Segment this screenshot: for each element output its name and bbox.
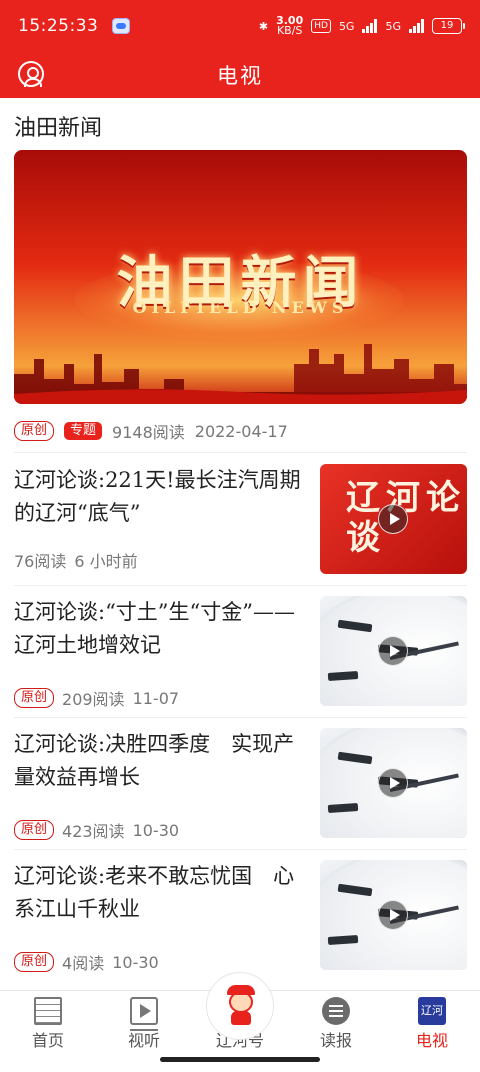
nav-label: 首页	[31, 1031, 64, 1050]
publish-date: 2022-04-17	[194, 421, 288, 441]
publish-time: 6 小时前	[74, 552, 138, 571]
mascot-icon	[221, 985, 261, 1025]
list-item[interactable]: 辽河论谈:老来不敢忘忧国 心系江山千秋业 原创 4阅读 10-30	[14, 860, 467, 973]
user-profile-icon[interactable]	[18, 61, 44, 87]
network-type-2: 5G	[385, 19, 401, 33]
read-count: 423阅读	[62, 822, 125, 841]
network-type-1: 5G	[338, 19, 355, 33]
tv-icon: 辽河	[418, 997, 446, 1025]
item-headline: 辽河论谈:老来不敢忘忧国 心系江山千秋业	[14, 864, 295, 921]
status-bar: 15:25:33 ✱ 3.00 KB/S HD 5G 5G 19	[0, 0, 480, 52]
home-icon	[34, 997, 62, 1025]
gesture-home-bar[interactable]	[160, 1057, 320, 1062]
read-count: 76阅读	[14, 552, 67, 571]
section-title: 油田新闻	[14, 116, 103, 141]
item-headline: 辽河论谈:决胜四季度 实现产量效益再增长	[14, 732, 295, 789]
bluetooth-icon: ✱	[258, 19, 269, 33]
signal-icon-1	[362, 19, 378, 33]
read-count: 4阅读	[62, 954, 105, 973]
nav-tv[interactable]: 辽河 电视	[384, 991, 480, 1053]
item-thumbnail	[320, 596, 467, 706]
publish-time: 10-30	[132, 820, 180, 840]
divider	[14, 585, 467, 586]
video-icon	[130, 997, 158, 1031]
oilfield-skyline-graphic	[14, 344, 467, 404]
page-title: 电视	[217, 64, 263, 88]
original-badge: 原创	[14, 952, 55, 972]
nav-home[interactable]: 首页	[0, 991, 96, 1053]
play-icon	[378, 900, 408, 930]
original-badge: 原创	[14, 421, 55, 441]
feature-image-subtitle: OILFIELD NEWS	[132, 298, 349, 317]
notification-app-icon	[112, 18, 131, 34]
nav-video[interactable]: 视听	[96, 991, 192, 1053]
divider	[14, 849, 467, 850]
publish-time: 11-07	[132, 688, 180, 708]
divider	[14, 452, 467, 453]
nav-label: 电视	[415, 1031, 448, 1050]
play-icon	[378, 504, 408, 534]
item-thumbnail: 辽河论谈	[320, 464, 467, 574]
item-thumbnail	[320, 860, 467, 970]
nav-label: 视听	[127, 1031, 160, 1050]
item-headline: 辽河论谈:221天!最长注汽周期的辽河“底气”	[14, 468, 301, 525]
feature-news-image[interactable]: 油田新闻 OILFIELD NEWS	[14, 150, 467, 404]
hd-voice-icon: HD	[311, 19, 331, 33]
app-header: 电视	[0, 52, 480, 98]
nav-label: 读报	[319, 1031, 352, 1050]
item-headline: 辽河论谈:“寸土”生“寸金”——辽河土地增效记	[14, 600, 296, 657]
battery-icon: 19	[432, 18, 465, 34]
list-item[interactable]: 辽河论谈:221天!最长注汽周期的辽河“底气” 辽河论谈 76阅读 6 小时前	[14, 464, 467, 576]
nav-newspaper[interactable]: 读报	[288, 991, 384, 1053]
feature-meta: 原创 专题 9148阅读 2022-04-17	[14, 419, 288, 443]
play-icon	[378, 636, 408, 666]
original-badge: 原创	[14, 820, 55, 840]
read-count: 9148阅读	[112, 423, 185, 442]
play-icon	[378, 768, 408, 798]
special-topic-badge: 专题	[64, 422, 103, 440]
liaohe-mascot-button[interactable]	[206, 972, 274, 1040]
signal-icon-2	[409, 19, 424, 33]
original-badge: 原创	[14, 688, 55, 708]
read-count: 209阅读	[62, 690, 125, 709]
newspaper-icon	[322, 997, 350, 1025]
list-item[interactable]: 辽河论谈:决胜四季度 实现产量效益再增长 原创 423阅读 10-30	[14, 728, 467, 841]
item-thumbnail	[320, 728, 467, 838]
status-time: 15:25:33	[18, 16, 99, 36]
divider	[14, 717, 467, 718]
list-item[interactable]: 辽河论谈:“寸土”生“寸金”——辽河土地增效记 原创 209阅读 11-07	[14, 596, 467, 709]
network-speed: 3.00 KB/S	[276, 14, 304, 37]
publish-time: 10-30	[112, 952, 159, 972]
